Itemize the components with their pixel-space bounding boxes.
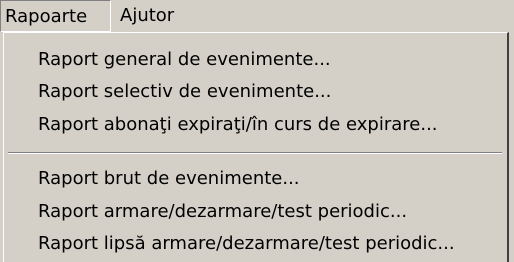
menu-separator bbox=[8, 152, 502, 154]
menu-item-raport-lipsa-armare[interactable]: Raport lipsă armare/dezarmare/test perio… bbox=[38, 229, 455, 259]
menu-item-raport-general[interactable]: Raport general de evenimente... bbox=[38, 45, 331, 75]
rapoarte-dropdown-menu: Raport general de evenimente... Raport s… bbox=[3, 32, 509, 262]
menu-ajutor[interactable]: Ajutor bbox=[120, 0, 174, 32]
menu-bar: Rapoarte Ajutor bbox=[0, 0, 514, 32]
menu-rapoarte[interactable]: Rapoarte bbox=[0, 0, 111, 32]
menu-item-raport-armare[interactable]: Raport armare/dezarmare/test periodic... bbox=[38, 197, 407, 227]
menu-item-raport-selectiv[interactable]: Raport selectiv de evenimente... bbox=[38, 77, 331, 107]
menu-item-raport-brut[interactable]: Raport brut de evenimente... bbox=[38, 164, 300, 194]
menu-item-raport-abonati-expirati[interactable]: Raport abonaţi expiraţi/în curs de expir… bbox=[38, 110, 438, 140]
